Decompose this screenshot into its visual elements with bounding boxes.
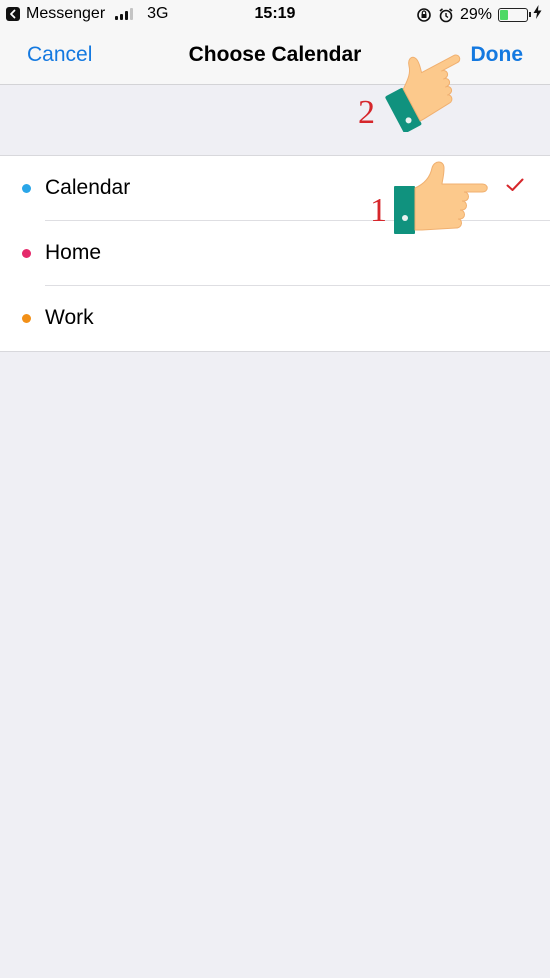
calendar-color-dot: [22, 184, 31, 193]
battery-icon: [498, 7, 531, 22]
checkmark-icon: [506, 178, 524, 197]
pointing-hand-icon: [392, 158, 492, 245]
calendar-label: Calendar: [45, 176, 131, 199]
calendar-row-work[interactable]: Work: [0, 286, 550, 351]
status-bar: Messenger 3G 15:19 29%: [0, 0, 550, 28]
orientation-lock-icon: [416, 7, 432, 23]
calendar-label: Work: [45, 306, 94, 329]
calendar-color-dot: [22, 314, 31, 323]
status-bar-right: 29%: [416, 5, 542, 24]
battery-percent: 29%: [459, 5, 492, 23]
battery-fill: [500, 9, 508, 20]
done-button[interactable]: Done: [471, 43, 524, 67]
pointing-hand-icon: [378, 38, 474, 137]
alarm-icon: [438, 7, 454, 23]
annotation-step-1: 1: [370, 192, 387, 229]
charging-bolt-icon: [533, 5, 542, 24]
annotation-step-2: 2: [358, 94, 375, 131]
calendar-color-dot: [22, 249, 31, 258]
calendar-label: Home: [45, 241, 102, 264]
